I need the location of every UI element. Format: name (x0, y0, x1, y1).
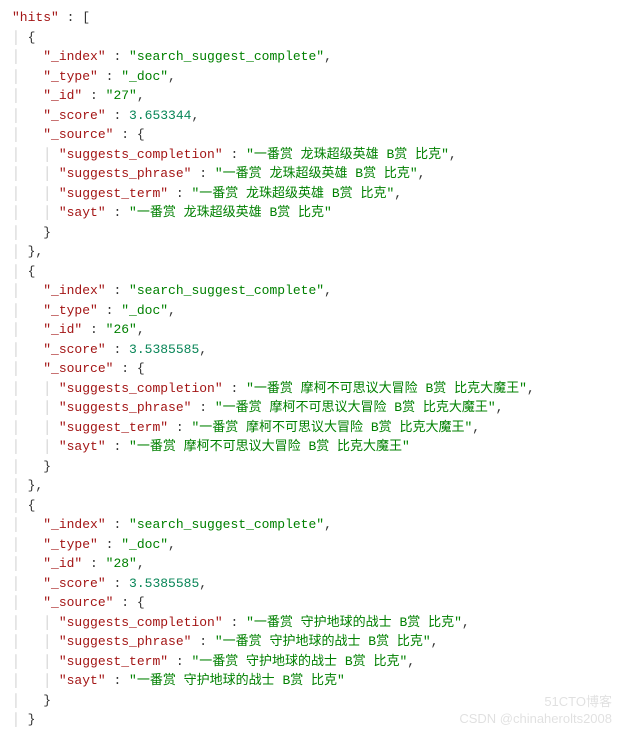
code-line: │ │ "sayt" : "一番赏 摩柯不可思议大冒险 B赏 比克大魔王" (12, 437, 614, 457)
code-line: │ "_source" : { (12, 125, 614, 145)
code-line: │ "_id" : "26", (12, 320, 614, 340)
code-line: │ │ "sayt" : "一番赏 守护地球的战士 B赏 比克" (12, 671, 614, 691)
code-line: │ │ "suggest_term" : "一番赏 守护地球的战士 B赏 比克"… (12, 652, 614, 672)
code-line: │ "_index" : "search_suggest_complete", (12, 281, 614, 301)
code-line: │ "_id" : "28", (12, 554, 614, 574)
code-line: │ "_type" : "_doc", (12, 301, 614, 321)
code-line: │ │ "suggest_term" : "一番赏 龙珠超级英雄 B赏 比克", (12, 184, 614, 204)
code-line: │ "_type" : "_doc", (12, 67, 614, 87)
code-line: │ "_source" : { (12, 359, 614, 379)
code-line: │ "_index" : "search_suggest_complete", (12, 515, 614, 535)
code-line: │ │ "sayt" : "一番赏 龙珠超级英雄 B赏 比克" (12, 203, 614, 223)
code-line: │ } (12, 691, 614, 711)
code-line: │ { (12, 262, 614, 282)
code-line: │ "_score" : 3.5385585, (12, 574, 614, 594)
code-line: │ }, (12, 476, 614, 496)
code-line: │ }, (12, 242, 614, 262)
code-line: "hits" : [ (12, 8, 614, 28)
code-line: │ "_source" : { (12, 593, 614, 613)
code-line: │ } (12, 223, 614, 243)
code-line: │ │ "suggests_phrase" : "一番赏 守护地球的战士 B赏 … (12, 632, 614, 652)
code-line: │ │ "suggests_completion" : "一番赏 摩柯不可思议大… (12, 379, 614, 399)
code-line: │ { (12, 28, 614, 48)
code-line: │ "_score" : 3.5385585, (12, 340, 614, 360)
code-line: │ │ "suggest_term" : "一番赏 摩柯不可思议大冒险 B赏 比… (12, 418, 614, 438)
code-line: │ } (12, 710, 614, 730)
code-line: │ "_index" : "search_suggest_complete", (12, 47, 614, 67)
code-line: │ { (12, 496, 614, 516)
code-line: │ "_id" : "27", (12, 86, 614, 106)
code-line: │ │ "suggests_completion" : "一番赏 龙珠超级英雄 … (12, 145, 614, 165)
code-line: │ │ "suggests_phrase" : "一番赏 摩柯不可思议大冒险 B… (12, 398, 614, 418)
code-line: │ "_type" : "_doc", (12, 535, 614, 555)
code-line: │ │ "suggests_completion" : "一番赏 守护地球的战士… (12, 613, 614, 633)
json-viewer: "hits" : [│ {│ "_index" : "search_sugges… (12, 8, 614, 730)
code-line: │ } (12, 457, 614, 477)
code-line: │ "_score" : 3.653344, (12, 106, 614, 126)
code-line: │ │ "suggests_phrase" : "一番赏 龙珠超级英雄 B赏 比… (12, 164, 614, 184)
